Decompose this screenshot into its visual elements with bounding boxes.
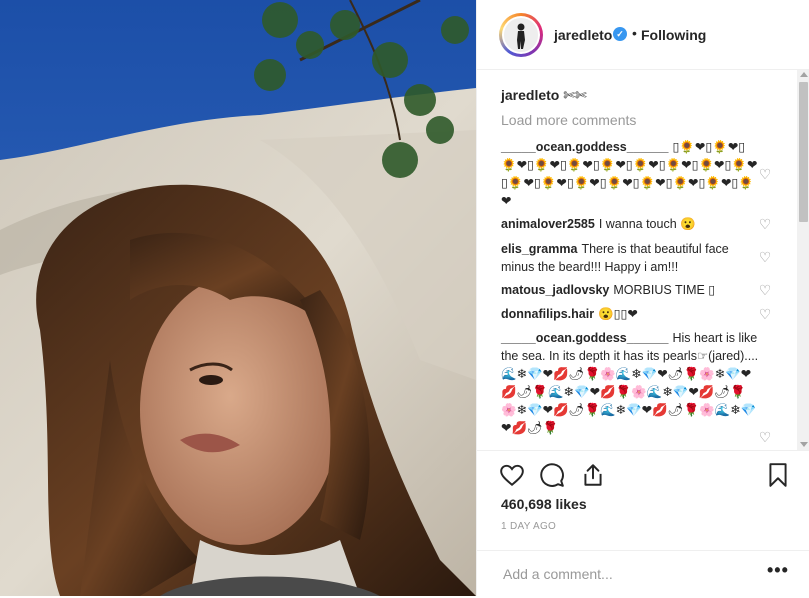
comment-username[interactable]: _____ocean.goddess______ [501,331,668,345]
comment-bubble-icon[interactable] [539,462,565,488]
comment-item: animalover2585 I wanna touch 😮 [501,215,759,233]
avatar[interactable] [499,13,543,57]
comment-text: I wanna touch 😮 [598,217,696,231]
like-heart-icon[interactable] [499,462,525,488]
post-actions: 460,698 likes 1 DAY AGO ••• [477,450,809,596]
comment-username[interactable]: _____ocean.goddess______ [501,140,668,154]
comments-scrollbar[interactable] [797,70,809,450]
comment-item: donnafilips.hair 😮▯▯❤ [501,305,759,323]
comment-item: _____ocean.goddess______ ▯🌻❤▯🌻❤▯🌻❤▯🌻❤▯🌻❤▯… [501,138,759,210]
more-options-button[interactable]: ••• [767,561,789,579]
caption-username[interactable]: jaredleto [501,87,559,103]
like-comment-heart-icon[interactable]: ♡ [758,250,772,264]
like-comment-heart-icon[interactable]: ♡ [758,283,772,297]
comment-text: His heart is like the sea. In its depth … [501,331,759,435]
bookmark-icon[interactable] [765,462,791,488]
scroll-down-arrow-icon[interactable] [800,442,808,447]
avatar-figure-icon [504,18,538,52]
header-separator: • [632,25,637,41]
post-timestamp[interactable]: 1 DAY AGO [501,521,556,532]
comment-item: matous_jadlovsky MORBIUS TIME ▯ [501,281,759,299]
like-comment-heart-icon[interactable]: ♡ [758,217,772,231]
comment-username[interactable]: matous_jadlovsky [501,283,609,297]
post-caption: jaredleto ✄✄ [501,87,587,104]
caption-text: ✄✄ [563,87,587,103]
add-comment-row: ••• [477,550,809,598]
scroll-up-arrow-icon[interactable] [800,72,808,77]
comment-username[interactable]: animalover2585 [501,217,595,231]
comment-item: _____ocean.goddess______ His heart is lik… [501,329,759,437]
add-comment-input[interactable] [501,563,745,585]
likes-count[interactable]: 460,698 likes [501,496,587,512]
like-comment-heart-icon[interactable]: ♡ [758,167,772,181]
like-comment-heart-icon[interactable]: ♡ [758,307,772,321]
like-comment-heart-icon[interactable]: ♡ [758,430,772,444]
share-icon[interactable] [580,462,606,488]
comment-text: MORBIUS TIME ▯ [613,283,716,297]
post-header: jaredleto ✓ • Following [477,0,809,70]
comments-list[interactable]: jaredleto ✄✄ Load more comments _____oce… [477,70,797,450]
comment-text: 😮▯▯❤ [598,307,638,321]
comment-item: elis_gramma There is that beautiful face … [501,240,759,276]
scrollbar-thumb[interactable] [799,82,808,222]
verified-badge-icon: ✓ [613,27,627,41]
comment-username[interactable]: elis_gramma [501,242,577,256]
following-button[interactable]: Following [641,27,706,43]
header-username[interactable]: jaredleto [554,27,612,43]
load-more-comments-button[interactable]: Load more comments [501,112,636,128]
post-photo[interactable] [0,0,476,596]
post-sidebar: jaredleto ✓ • Following jaredleto ✄✄ Loa… [476,0,809,596]
comment-username[interactable]: donnafilips.hair [501,307,594,321]
photo-image [0,0,476,596]
